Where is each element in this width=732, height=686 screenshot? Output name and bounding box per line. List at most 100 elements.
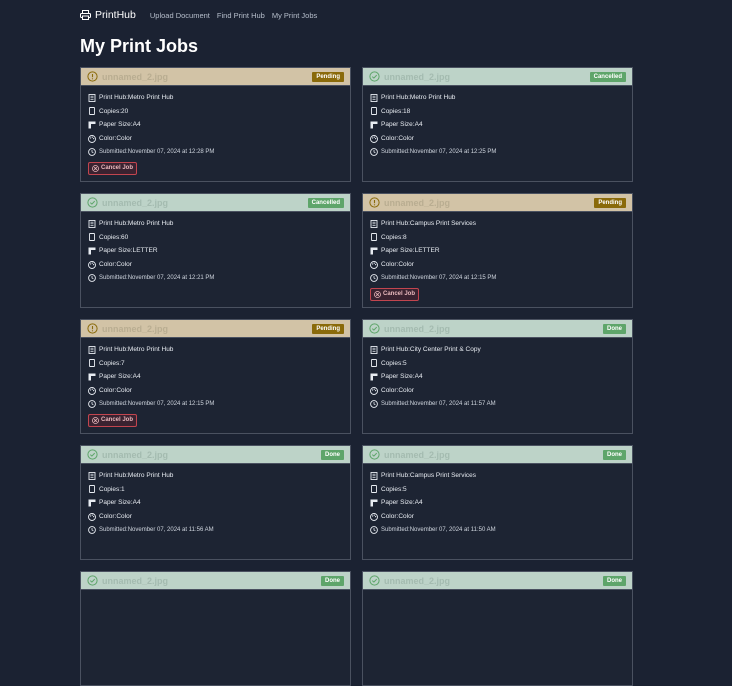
hub-value: City Center Print & Copy — [409, 346, 481, 354]
hub-label: Print Hub: — [381, 94, 410, 102]
submitted-line: Submitted: November 07, 2024 at 11:56 AM — [88, 523, 343, 537]
job-card: unnamed_2.jpg Done Print Hub: Metro Prin… — [80, 445, 351, 560]
nav-link-my-jobs[interactable]: My Print Jobs — [272, 11, 317, 20]
status-badge: Pending — [594, 197, 626, 208]
palette-icon — [88, 386, 96, 395]
copies-label: Copies: — [99, 485, 122, 493]
submitted-value: November 07, 2024 at 11:50 AM — [409, 527, 496, 534]
paper-label: Paper Size: — [99, 247, 133, 255]
file-name: unnamed_2.jpg — [384, 323, 451, 334]
color-line: Color: Color — [370, 384, 625, 398]
cancel-job-button[interactable]: Cancel Job — [88, 413, 138, 427]
hub-value: Campus Print Services — [409, 220, 477, 228]
status-badge: Done — [321, 575, 344, 586]
paper-label: Paper Size: — [381, 373, 415, 381]
top-nav: PrintHub Upload Document Find Print Hub … — [80, 8, 324, 22]
color-value: Color — [116, 387, 132, 395]
paper-line: Paper Size: A4 — [370, 496, 625, 510]
check-circle-icon — [87, 197, 98, 208]
clock-icon — [370, 148, 378, 157]
paper-line: Paper Size: LETTER — [370, 244, 625, 258]
paper-value: LETTER — [414, 247, 440, 255]
building-icon — [88, 93, 96, 102]
file-name: unnamed_2.jpg — [384, 71, 451, 82]
status-badge: Pending — [312, 323, 344, 334]
copy-icon — [88, 359, 96, 368]
x-circle-icon — [374, 291, 383, 298]
file-name: unnamed_2.jpg — [384, 197, 451, 208]
hub-label: Print Hub: — [381, 220, 410, 228]
paper-icon — [88, 247, 96, 255]
copies-line: Copies: 60 — [88, 231, 343, 245]
copies-line: Copies: 8 — [370, 231, 625, 245]
paper-line: Paper Size: A4 — [88, 496, 343, 510]
hub-value: Campus Print Services — [409, 472, 477, 480]
file-name: unnamed_2.jpg — [102, 575, 169, 586]
check-circle-icon — [87, 449, 98, 460]
color-value: Color — [116, 513, 132, 521]
file-name: unnamed_2.jpg — [102, 323, 169, 334]
nav-link-find-hub[interactable]: Find Print Hub — [217, 11, 265, 20]
copy-icon — [88, 107, 96, 116]
status-badge: Cancelled — [307, 197, 344, 208]
copy-icon — [370, 233, 378, 242]
cancel-job-label: Cancel Job — [383, 291, 416, 298]
building-icon — [370, 219, 378, 228]
hub-label: Print Hub: — [99, 346, 128, 354]
building-icon — [370, 345, 378, 354]
submitted-label: Submitted: — [99, 275, 128, 282]
color-value: Color — [398, 387, 414, 395]
copies-line: Copies: 20 — [88, 105, 343, 119]
palette-icon — [88, 512, 96, 521]
color-value: Color — [398, 261, 414, 269]
copies-value: 60 — [121, 233, 129, 241]
submitted-value: November 07, 2024 at 12:28 PM — [127, 149, 215, 156]
color-line: Color: Color — [88, 510, 343, 524]
paper-line: Paper Size: A4 — [370, 118, 625, 132]
color-line: Color: Color — [88, 258, 343, 272]
status-badge: Done — [603, 575, 626, 586]
brand-logo[interactable]: PrintHub — [80, 9, 136, 21]
submitted-line: Submitted: November 07, 2024 at 11:50 AM — [370, 523, 625, 537]
status-badge: Done — [603, 323, 626, 334]
paper-value: A4 — [414, 121, 423, 129]
copies-label: Copies: — [381, 107, 404, 115]
color-value: Color — [116, 135, 132, 143]
copies-value: 5 — [403, 485, 407, 493]
nav-link-upload[interactable]: Upload Document — [150, 11, 210, 20]
copy-icon — [370, 107, 378, 116]
copies-line: Copies: 5 — [370, 357, 625, 371]
job-card-body: Print Hub: City Center Print & Copy Copi… — [363, 338, 632, 416]
color-label: Color: — [99, 387, 117, 395]
job-card: unnamed_2.jpg Done — [80, 571, 351, 686]
job-card: unnamed_2.jpg Done — [362, 571, 633, 686]
submitted-line: Submitted: November 07, 2024 at 12:28 PM — [88, 145, 343, 159]
submitted-line: Submitted: November 07, 2024 at 12:15 PM — [370, 271, 625, 285]
paper-icon — [370, 121, 378, 129]
job-card: unnamed_2.jpg Cancelled Print Hub: Metro… — [80, 193, 351, 308]
job-card: unnamed_2.jpg Pending Print Hub: Metro P… — [80, 67, 351, 182]
cancel-job-button[interactable]: Cancel Job — [370, 287, 420, 301]
clock-icon — [370, 400, 378, 409]
paper-icon — [370, 247, 378, 255]
hub-line: Print Hub: Metro Print Hub — [88, 469, 343, 483]
copies-value: 20 — [121, 107, 129, 115]
building-icon — [370, 93, 378, 102]
job-card: unnamed_2.jpg Done Print Hub: Campus Pri… — [362, 445, 633, 560]
paper-icon — [370, 373, 378, 381]
job-card-body: Print Hub: Metro Print Hub Copies: 1 Pap… — [81, 464, 350, 542]
paper-icon — [88, 499, 96, 507]
color-label: Color: — [381, 135, 399, 143]
hub-value: Metro Print Hub — [409, 94, 456, 102]
cancel-job-button[interactable]: Cancel Job — [88, 161, 138, 175]
submitted-label: Submitted: — [99, 149, 128, 156]
file-name: unnamed_2.jpg — [384, 449, 451, 460]
check-circle-icon — [87, 575, 98, 586]
palette-icon — [88, 134, 96, 143]
job-card-header: unnamed_2.jpg Done — [363, 446, 632, 464]
clock-icon — [88, 526, 96, 535]
job-card-header: unnamed_2.jpg Done — [363, 320, 632, 338]
status-badge: Cancelled — [589, 71, 626, 82]
color-value: Color — [398, 135, 414, 143]
palette-icon — [370, 512, 378, 521]
